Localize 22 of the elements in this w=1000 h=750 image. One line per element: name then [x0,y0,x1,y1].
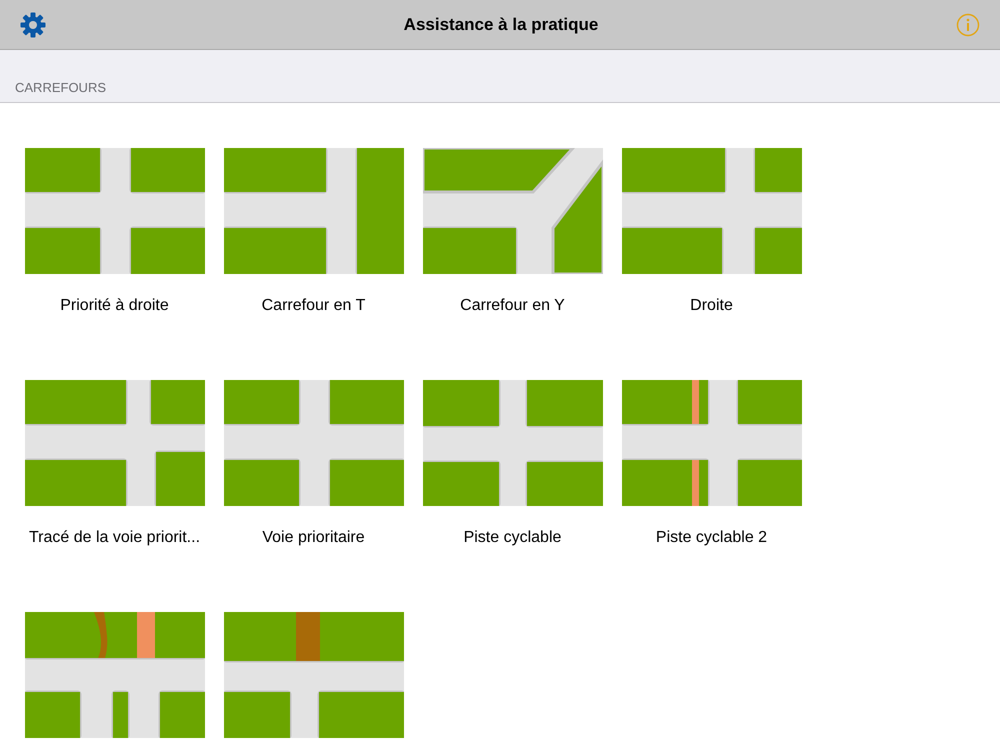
tile-label: Tracé de la voie priorit... [28,528,200,548]
intersection-drawing[interactable] [422,380,602,506]
tile-label: Voie prioritaire [262,528,365,548]
tile-label: Priorité à droite [60,296,169,316]
settings-icon[interactable] [20,12,46,38]
intersection-drawing[interactable] [24,380,204,506]
tile-label: Carrefour en Y [460,296,565,316]
intersection-drawing[interactable] [24,148,204,274]
section-title: CARREFOURS [15,80,106,95]
intersection-drawing[interactable] [224,148,404,274]
intersection-drawing[interactable] [422,148,602,274]
intersection-drawing[interactable] [224,612,404,738]
tile-label: Carrefour en T [262,296,366,316]
intersection-drawing[interactable] [24,612,204,738]
window-title: Assistance à la pratique [404,14,598,34]
tile-label: Piste cyclable [464,528,562,548]
tile-label: Droite [690,296,733,316]
intersection-drawing[interactable] [622,380,802,506]
intersection-drawing[interactable] [622,148,802,274]
tile-label: Piste cyclable 2 [656,528,768,548]
info-icon[interactable] [956,12,980,36]
intersection-drawing[interactable] [224,380,404,506]
